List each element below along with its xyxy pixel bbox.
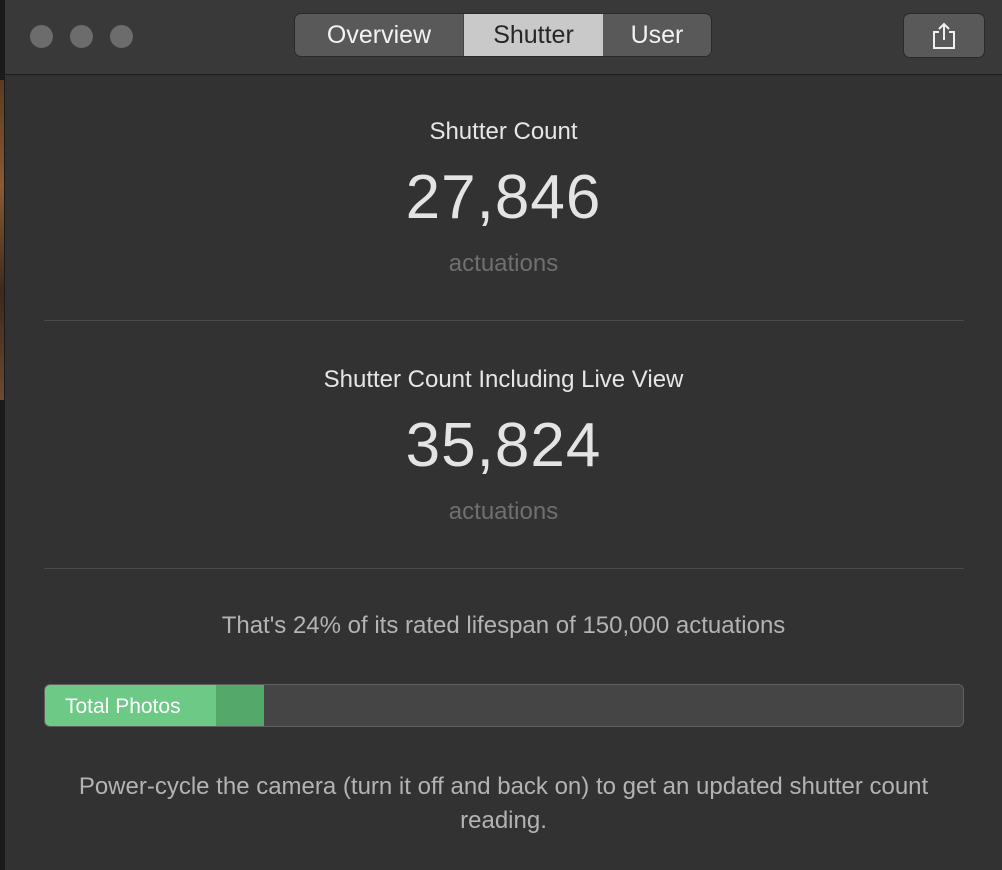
- live-view-count-title: Shutter Count Including Live View: [323, 366, 684, 393]
- section-divider: [44, 320, 964, 321]
- shutter-window: Overview Shutter User Shutter Count 27,8…: [5, 0, 1002, 870]
- minimize-window-button[interactable]: [70, 25, 93, 48]
- live-view-count-unit: actuations: [448, 498, 559, 525]
- background-window-strip: [0, 80, 4, 400]
- section-divider: [44, 568, 964, 569]
- tab-overview[interactable]: Overview: [295, 14, 464, 56]
- titlebar: Overview Shutter User: [5, 0, 1002, 75]
- shutter-count-unit: actuations: [448, 250, 559, 277]
- close-window-button[interactable]: [30, 25, 53, 48]
- lifespan-progress-bar: Total Photos: [44, 684, 964, 727]
- live-view-count-value: 35,824: [405, 411, 602, 480]
- share-button[interactable]: [904, 14, 984, 57]
- zoom-window-button[interactable]: [110, 25, 133, 48]
- share-icon: [933, 22, 955, 49]
- shutter-count-value: 27,846: [405, 163, 602, 232]
- total-photos-label: Total Photos: [65, 695, 181, 718]
- view-tabs: Overview Shutter User: [295, 14, 711, 56]
- lifespan-text: That's 24% of its rated lifespan of 150,…: [221, 612, 786, 639]
- shutter-count-title: Shutter Count: [429, 118, 578, 145]
- tab-shutter[interactable]: Shutter: [464, 14, 603, 56]
- power-cycle-note: Power-cycle the camera (turn it off and …: [78, 773, 929, 834]
- tab-user[interactable]: User: [603, 14, 711, 56]
